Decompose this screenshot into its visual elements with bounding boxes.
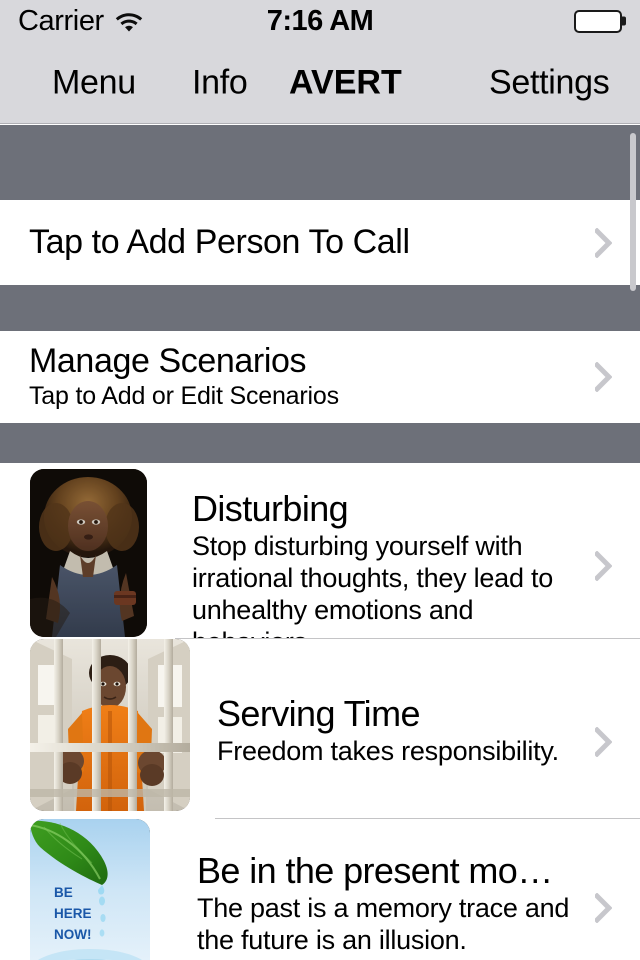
menu-button[interactable]: Menu <box>52 63 136 102</box>
chevron-right-icon <box>595 893 612 923</box>
chevron-right-icon <box>595 227 612 258</box>
scenario-row[interactable]: BE HERE NOW! Be in the present mo… The p… <box>0 819 640 960</box>
thumbnail-art <box>30 639 190 811</box>
manage-scenarios-subtitle: Tap to Add or Edit Scenarios <box>29 381 339 410</box>
scenario-title: Serving Time <box>217 694 420 734</box>
app-screen: Carrier 7:16 AM Menu Info AVERT Settings <box>0 0 640 960</box>
manage-scenarios-label: Manage Scenarios <box>29 341 307 380</box>
scenario-text: Disturbing Stop disturbing yourself with… <box>147 469 640 659</box>
scenario-text: Be in the present mo… The past is a memo… <box>150 819 640 957</box>
be-here-now-leaf-photo: BE HERE NOW! <box>30 819 150 960</box>
navigation-bar: Menu Info AVERT Settings <box>0 42 640 124</box>
battery-full-icon <box>574 9 626 33</box>
status-bar-left: Carrier <box>18 4 144 37</box>
scenario-title: Be in the present mo… <box>197 851 553 891</box>
scenario-description: Freedom takes responsibility. <box>217 736 559 767</box>
scenario-row[interactable]: Disturbing Stop disturbing yourself with… <box>0 463 640 657</box>
section-header-scenario-list <box>0 423 640 463</box>
wifi-icon <box>114 9 144 33</box>
thumbnail-art: BE HERE NOW! <box>30 819 150 960</box>
svg-text:BE: BE <box>54 885 73 900</box>
prisoner-behind-bars-photo <box>30 639 190 811</box>
status-bar: Carrier 7:16 AM <box>0 0 640 42</box>
carrier-label: Carrier <box>18 4 104 37</box>
section-header-call <box>0 125 640 200</box>
chevron-right-icon <box>595 362 612 392</box>
manage-scenarios-row[interactable]: Manage Scenarios Tap to Add or Edit Scen… <box>0 331 640 423</box>
portrait-woman-dark-photo <box>30 469 147 637</box>
scenario-row[interactable]: Serving Time Freedom takes responsibilit… <box>0 639 640 819</box>
info-button[interactable]: Info <box>192 63 248 102</box>
chevron-right-icon <box>595 551 612 581</box>
svg-text:NOW!: NOW! <box>54 927 92 942</box>
svg-text:HERE: HERE <box>54 906 92 921</box>
scenario-title: Disturbing <box>192 489 349 529</box>
section-header-scenarios <box>0 285 640 331</box>
thumbnail-art <box>30 469 147 637</box>
battery-nub <box>622 16 626 26</box>
chevron-right-icon <box>595 727 612 757</box>
scenario-text: Serving Time Freedom takes responsibilit… <box>190 639 640 768</box>
scenario-description: The past is a memory trace and the futur… <box>197 893 570 956</box>
settings-button[interactable]: Settings <box>489 63 610 102</box>
page-title: AVERT <box>289 63 402 101</box>
add-person-to-call-label: Tap to Add Person To Call <box>29 222 410 261</box>
vertical-scroll-indicator[interactable] <box>630 133 636 291</box>
add-person-to-call-row[interactable]: Tap to Add Person To Call <box>0 200 640 285</box>
clock-label: 7:16 AM <box>266 4 374 37</box>
status-bar-right <box>574 9 626 33</box>
scenarios-table[interactable]: Tap to Add Person To Call Manage Scenari… <box>0 125 640 960</box>
